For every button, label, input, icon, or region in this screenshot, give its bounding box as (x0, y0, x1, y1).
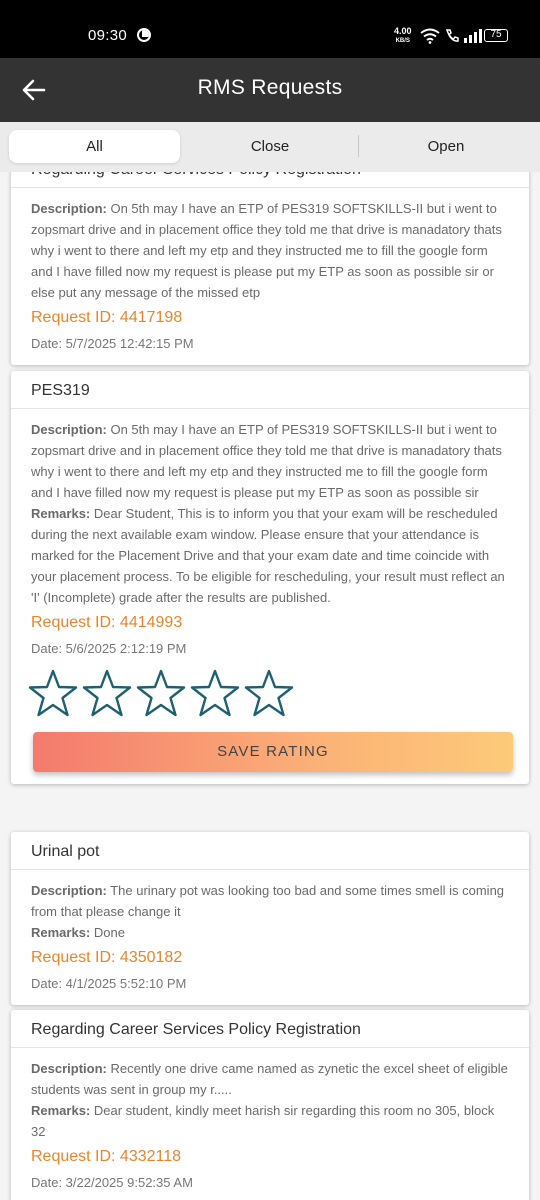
do-not-disturb-icon (137, 28, 151, 42)
star-rating[interactable] (27, 668, 509, 718)
tab-divider (358, 135, 359, 157)
request-card[interactable]: PES319 Description: On 5th may I have an… (11, 371, 529, 784)
star-icon[interactable] (81, 668, 133, 718)
remarks-label: Remarks: (31, 925, 91, 940)
page-title: RMS Requests (197, 76, 343, 99)
request-card[interactable]: Regarding Career Services Policy Registr… (11, 172, 529, 365)
cellular-signal-icon (464, 28, 483, 43)
request-id: Request ID: 4414993 (31, 614, 183, 631)
network-speed: 4.00 KB/S (394, 27, 412, 45)
request-remarks: Remarks: Dear student, kindly meet haris… (31, 1100, 509, 1142)
request-id: Request ID: 4332118 (31, 1148, 182, 1165)
request-title: Urinal pot (11, 832, 529, 870)
signal-icons (420, 27, 485, 44)
description-label: Description: (31, 1061, 107, 1076)
call-icon (445, 28, 459, 42)
request-date: Date: 4/1/2025 5:52:10 PM (31, 976, 187, 991)
remarks-label: Remarks: (31, 1103, 91, 1118)
request-id: Request ID: 4417198 (31, 309, 183, 326)
star-icon[interactable] (27, 668, 79, 718)
description-label: Description: (31, 422, 107, 437)
request-date: Date: 5/6/2025 2:12:19 PM (31, 641, 187, 656)
status-bar: 09:30 4.00 KB/S 75 (0, 0, 540, 58)
request-id: Request ID: 4350182 (31, 949, 183, 966)
status-time: 09:30 (88, 27, 128, 44)
network-speed-unit: KB/S (395, 38, 410, 44)
tab-open[interactable]: Open (361, 130, 531, 163)
request-description: Description: On 5th may I have an ETP of… (31, 419, 509, 503)
app-bar: RMS Requests (0, 58, 540, 122)
save-rating-button[interactable]: SAVE RATING (33, 732, 513, 772)
request-date: Date: 5/7/2025 12:42:15 PM (31, 336, 194, 351)
network-speed-value: 4.00 (394, 26, 412, 36)
remarks-text: Done (93, 925, 125, 940)
battery-icon: 75 (484, 29, 508, 42)
tab-close[interactable]: Close (185, 130, 355, 163)
request-list[interactable]: Regarding Career Services Policy Registr… (0, 172, 540, 1200)
request-remarks: Remarks: Dear Student, This is to inform… (31, 503, 509, 608)
star-icon[interactable] (189, 668, 241, 718)
tab-all[interactable]: All (9, 130, 180, 163)
wifi-icon (420, 28, 440, 44)
remarks-text: Dear Student, This is to inform you that… (31, 506, 505, 605)
request-title: PES319 (11, 371, 529, 409)
remarks-label: Remarks: (31, 506, 91, 521)
description-label: Description: (31, 883, 107, 898)
request-title: Regarding Career Services Policy Registr… (11, 1010, 529, 1048)
filter-tabs: All Close Open (0, 122, 540, 172)
request-card[interactable]: Urinal pot Description: The urinary pot … (11, 832, 529, 1005)
request-remarks: Remarks: Done (31, 922, 509, 943)
request-date: Date: 3/22/2025 9:52:35 AM (31, 1175, 193, 1190)
remarks-text: Dear student, kindly meet harish sir reg… (31, 1103, 495, 1139)
request-description: Description: On 5th may I have an ETP of… (31, 198, 509, 303)
description-label: Description: (31, 201, 107, 216)
request-description: Description: The urinary pot was looking… (31, 880, 509, 922)
star-icon[interactable] (243, 668, 295, 718)
request-card[interactable]: Regarding Career Services Policy Registr… (11, 1010, 529, 1200)
request-description: Description: Recently one drive came nam… (31, 1058, 509, 1100)
star-icon[interactable] (135, 668, 187, 718)
request-title: Regarding Career Services Policy Registr… (11, 172, 529, 188)
